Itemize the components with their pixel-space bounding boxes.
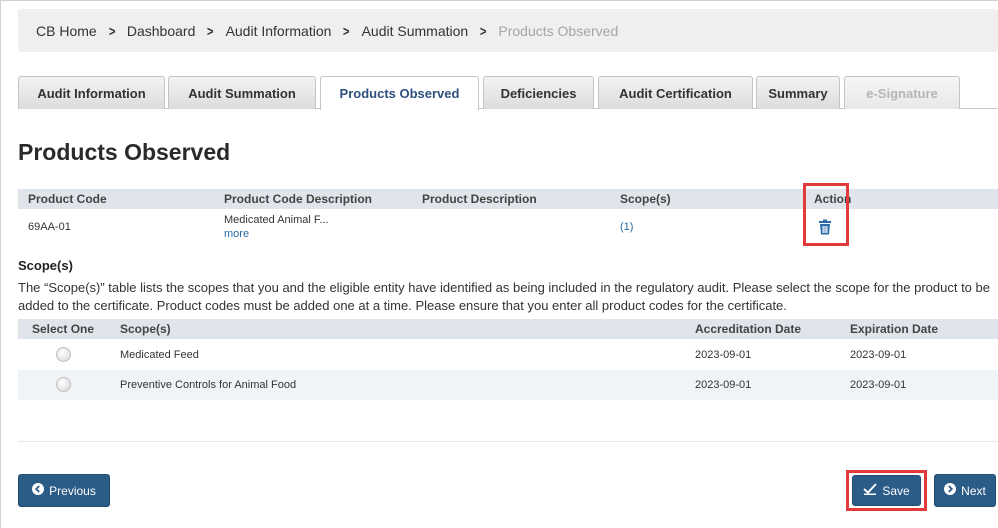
previous-button-label: Previous [49,483,96,498]
chevron-right-icon: > [108,22,116,39]
scope-radio[interactable] [56,347,71,362]
save-button-label: Save [882,483,910,498]
column-header-product-code: Product Code [28,192,107,206]
more-link[interactable]: more [224,228,249,240]
action-highlight-box [803,183,849,246]
save-check-icon [863,483,878,498]
column-header-scopes: Scope(s) [620,192,671,206]
scope-table-header: Select One Scope(s) Accreditation Date E… [18,319,998,339]
table-row: 69AA-01 Medicated Animal F... more (1) [18,210,998,246]
breadcrumb-cb-home[interactable]: CB Home [36,23,97,39]
chevron-right-icon: > [207,22,214,39]
tab-audit-information[interactable]: Audit Information [18,76,165,109]
save-button[interactable]: Save [852,475,921,506]
breadcrumb-products-observed: Products Observed [498,22,619,39]
scope-radio[interactable] [56,377,71,392]
column-header-product-code-description: Product Code Description [224,192,373,206]
scope-section-title: Scope(s) [18,258,73,273]
tab-deficiencies[interactable]: Deficiencies [483,76,594,109]
tab-e-signature: e-Signature [844,76,960,109]
scope-name: Medicated Feed [120,349,199,361]
breadcrumb: CB Home > Dashboard > Audit Information … [18,9,998,52]
products-table-header: Product Code Product Code Description Pr… [18,189,998,209]
scope-name: Preventive Controls for Animal Food [120,379,297,391]
chevron-left-circle-icon [32,483,45,498]
table-row[interactable]: Medicated Feed 2023-09-01 2023-09-01 [18,340,998,370]
accreditation-date: 2023-09-01 [695,349,752,361]
tab-audit-certification[interactable]: Audit Certification [598,76,753,109]
chevron-right-circle-icon [944,483,957,498]
expiration-date: 2023-09-01 [850,379,907,391]
product-code-description-cell: Medicated Animal F... [224,214,329,226]
column-header-accreditation-date: Accreditation Date [695,322,802,336]
column-header-expiration-date: Expiration Date [850,322,939,336]
tab-bar: Audit Information Audit Summation Produc… [18,76,998,110]
column-header-scope: Scope(s) [120,322,171,336]
tab-audit-summation[interactable]: Audit Summation [168,76,316,109]
previous-button[interactable]: Previous [18,474,110,507]
table-row[interactable]: Preventive Controls for Animal Food 2023… [18,370,998,400]
column-header-product-description: Product Description [422,192,537,206]
accreditation-date: 2023-09-01 [695,379,752,391]
tab-summary[interactable]: Summary [756,76,840,109]
column-header-select-one: Select One [32,322,95,336]
scopes-count-link[interactable]: (1) [620,221,633,233]
scope-description: The “Scope(s)” table lists the scopes th… [18,280,990,313]
chevron-right-icon: > [343,22,350,39]
next-button-label: Next [961,483,986,498]
breadcrumb-audit-summation[interactable]: Audit Summation [362,23,469,39]
breadcrumb-dashboard[interactable]: Dashboard [127,23,196,39]
chevron-right-icon: > [480,22,487,39]
product-code-cell: 69AA-01 [28,221,71,233]
divider [18,441,998,442]
expiration-date: 2023-09-01 [850,349,907,361]
breadcrumb-audit-information[interactable]: Audit Information [226,23,332,39]
tab-products-observed[interactable]: Products Observed [320,76,479,110]
next-button[interactable]: Next [934,474,996,507]
page-title: Products Observed [18,139,231,165]
